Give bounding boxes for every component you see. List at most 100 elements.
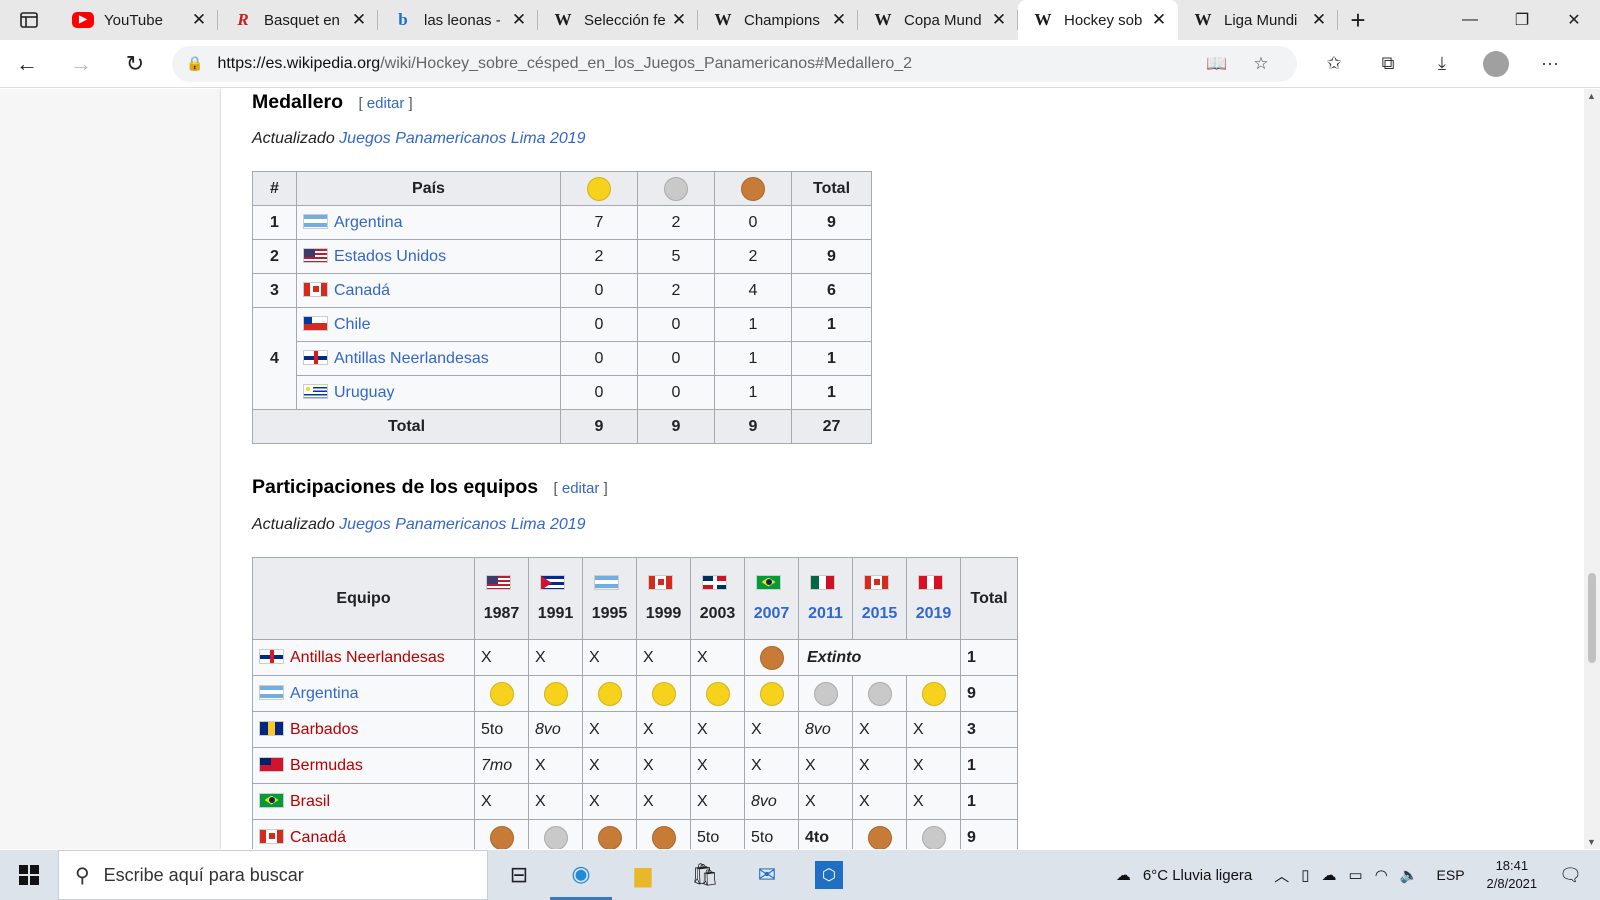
- placement-cell: [906, 819, 961, 849]
- favorites-button[interactable]: ✩: [1307, 53, 1361, 74]
- page-scrollbar[interactable]: ▲ ▼: [1584, 89, 1600, 849]
- settings-menu-button[interactable]: ···: [1523, 53, 1577, 74]
- task-view-button[interactable]: ⊟: [488, 850, 550, 900]
- tab-actions-button[interactable]: [0, 0, 58, 40]
- battery-icon[interactable]: ▭: [1349, 866, 1363, 884]
- favorites-icon: ✩: [1326, 53, 1342, 73]
- notifications-icon[interactable]: 🗨: [1559, 865, 1582, 886]
- collections-button[interactable]: ⧉: [1361, 53, 1415, 74]
- tab-title: Selección fe: [584, 11, 666, 29]
- rank-cell: 2: [252, 239, 297, 274]
- back-button[interactable]: ←: [0, 40, 54, 88]
- country-link[interactable]: Argentina: [334, 214, 403, 231]
- onedrive-icon[interactable]: ☁: [1322, 866, 1337, 884]
- country-link[interactable]: Antillas Neerlandesas: [334, 350, 489, 367]
- volume-icon[interactable]: 🔈: [1400, 866, 1419, 884]
- country-link[interactable]: Estados Unidos: [334, 248, 446, 265]
- gold-medal-icon: [489, 681, 514, 706]
- tab-title: Copa Mund: [904, 11, 982, 29]
- url-path: /wiki/Hockey_sobre_césped_en_los_Juegos_…: [380, 54, 913, 72]
- browser-tab[interactable]: W Copa Mund ✕: [858, 0, 1018, 40]
- lima-2019-link[interactable]: Juegos Panamericanos Lima 2019: [339, 516, 585, 533]
- edit-link[interactable]: editar: [562, 480, 600, 497]
- team-link[interactable]: Argentina: [290, 685, 359, 702]
- new-tab-button[interactable]: +: [1338, 0, 1378, 40]
- placement-cell: X: [528, 639, 583, 676]
- year-label[interactable]: 2015: [862, 605, 898, 622]
- app-taskbar-button[interactable]: ⬡: [798, 850, 860, 900]
- tab-bar: ▶ YouTube ✕ R Basquet en ✕ b las leonas - ✕ W Sele…: [0, 0, 1600, 40]
- weather-text[interactable]: 6°C Lluvia ligera: [1143, 867, 1252, 884]
- total-count: 3: [960, 711, 1018, 748]
- close-icon[interactable]: ✕: [830, 10, 848, 30]
- taskbar-search[interactable]: ⚲ Escribe aquí para buscar: [58, 850, 488, 900]
- wifi-icon[interactable]: ◠: [1375, 866, 1388, 884]
- store-taskbar-button[interactable]: 🛍: [674, 850, 736, 900]
- year-label[interactable]: 2007: [754, 605, 790, 622]
- placement-cell: X: [474, 783, 529, 820]
- country-link[interactable]: Uruguay: [334, 384, 394, 401]
- total-count: 1: [960, 639, 1018, 676]
- team-link[interactable]: Bermudas: [290, 757, 363, 774]
- add-favorite-icon[interactable]: ☆: [1239, 54, 1283, 74]
- updated-prefix: Actualizado: [252, 130, 335, 147]
- scroll-down-icon[interactable]: ▼: [1587, 837, 1596, 847]
- browser-tab[interactable]: W Liga Mundi ✕: [1178, 0, 1338, 40]
- tab-title: YouTube: [104, 11, 163, 29]
- url-field[interactable]: 🔒 https://es.wikipedia.org/wiki/Hockey_s…: [172, 45, 1297, 82]
- minimize-button[interactable]: —: [1444, 0, 1496, 40]
- tab-title: Hockey sob: [1064, 11, 1143, 29]
- start-button[interactable]: [0, 850, 58, 900]
- gold-count: 2: [560, 239, 638, 274]
- restore-button[interactable]: ❐: [1496, 0, 1548, 40]
- close-icon[interactable]: ✕: [990, 10, 1008, 30]
- team-link[interactable]: Antillas Neerlandesas: [290, 649, 445, 666]
- table-row: Uruguay 0 0 1 1: [253, 375, 872, 410]
- close-icon[interactable]: ✕: [350, 10, 368, 30]
- tab-actions-icon: [20, 12, 38, 28]
- close-icon[interactable]: ✕: [190, 10, 208, 30]
- clock[interactable]: 18:41 2/8/2021: [1487, 857, 1538, 893]
- participaciones-updated: Actualizado Juegos Panamericanos Lima 20…: [252, 516, 586, 534]
- year-label[interactable]: 2011: [808, 605, 843, 622]
- country-link[interactable]: Chile: [334, 316, 370, 333]
- downloads-button[interactable]: ⤓: [1415, 53, 1469, 74]
- explorer-taskbar-button[interactable]: ▆: [612, 850, 674, 900]
- close-icon[interactable]: ✕: [1150, 10, 1168, 30]
- browser-tab[interactable]: W Selección fe ✕: [538, 0, 698, 40]
- scroll-up-icon[interactable]: ▲: [1587, 91, 1596, 101]
- bronze-count: 1: [714, 341, 792, 376]
- browser-tab[interactable]: W Hockey sob ✕: [1018, 0, 1178, 40]
- lima-2019-link[interactable]: Juegos Panamericanos Lima 2019: [339, 130, 585, 147]
- browser-tab[interactable]: ▶ YouTube ✕: [58, 0, 218, 40]
- close-icon[interactable]: ✕: [1310, 10, 1328, 30]
- scroll-thumb[interactable]: [1588, 573, 1596, 663]
- edit-link[interactable]: editar: [367, 95, 405, 112]
- browser-tab[interactable]: W Champions ✕: [698, 0, 858, 40]
- profile-button[interactable]: [1469, 50, 1523, 77]
- country-link[interactable]: Canadá: [334, 282, 390, 299]
- language-indicator[interactable]: ESP: [1437, 867, 1465, 883]
- silver-count: 2: [637, 273, 715, 308]
- team-link[interactable]: Canadá: [290, 829, 346, 846]
- forward-button[interactable]: →: [54, 40, 108, 88]
- close-window-button[interactable]: ✕: [1548, 0, 1600, 40]
- chevron-up-icon[interactable]: ︿: [1274, 865, 1289, 886]
- immersive-reader-icon[interactable]: 📖: [1195, 54, 1239, 74]
- placement-cell: X: [582, 639, 637, 676]
- browser-tab[interactable]: b las leonas - ✕: [378, 0, 538, 40]
- browser-tab[interactable]: R Basquet en ✕: [218, 0, 378, 40]
- year-label[interactable]: 2019: [916, 605, 952, 622]
- device-icon[interactable]: ▯: [1301, 866, 1309, 884]
- refresh-button[interactable]: ↻: [108, 40, 162, 88]
- team-link[interactable]: Brasil: [290, 793, 330, 810]
- table-header-row: Equipo 1987 1991 1995 1999 2003 2007 2011 2015 20…: [252, 557, 1018, 640]
- mail-taskbar-button[interactable]: ✉: [736, 850, 798, 900]
- close-icon[interactable]: ✕: [510, 10, 528, 30]
- close-icon[interactable]: ✕: [670, 10, 688, 30]
- placement-cell: 8vo: [528, 711, 583, 748]
- total-header: Total: [960, 557, 1018, 640]
- tab-title: Basquet en: [264, 11, 340, 29]
- team-link[interactable]: Barbados: [290, 721, 359, 738]
- edge-taskbar-button[interactable]: ◉: [550, 850, 612, 900]
